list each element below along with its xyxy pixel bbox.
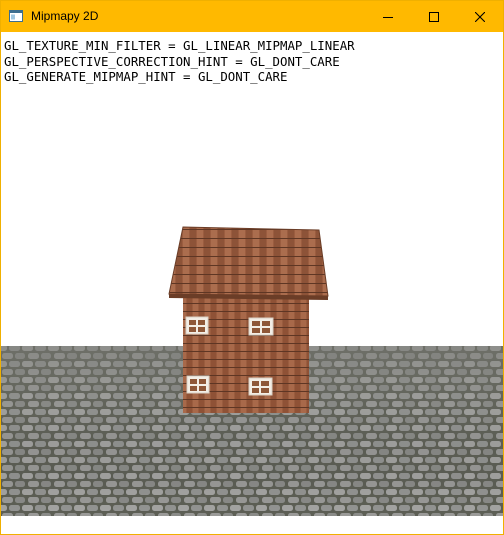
hint-line: GL_GENERATE_MIPMAP_HINT = GL_DONT_CARE: [4, 69, 288, 84]
window-lower-left: [186, 375, 210, 394]
window-upper-left: [185, 316, 209, 335]
window-title: Mipmapy 2D: [31, 9, 99, 23]
app-window: Mipmapy 2D GL_TEXTURE_MIN_FILTER = GL_LI…: [0, 0, 504, 535]
window-upper-right: [248, 317, 274, 336]
rendered-scene: [1, 226, 503, 516]
minimize-icon: [383, 16, 393, 18]
maximize-button[interactable]: [411, 1, 457, 32]
hint-line: GL_TEXTURE_MIN_FILTER = GL_LINEAR_MIPMAP…: [4, 38, 355, 53]
hint-text-overlay: GL_TEXTURE_MIN_FILTER = GL_LINEAR_MIPMAP…: [4, 38, 355, 85]
gl-viewport[interactable]: GL_TEXTURE_MIN_FILTER = GL_LINEAR_MIPMAP…: [1, 32, 503, 534]
title-bar[interactable]: Mipmapy 2D: [1, 1, 503, 32]
minimize-button[interactable]: [365, 1, 411, 32]
app-icon: [9, 10, 23, 22]
close-button[interactable]: [457, 1, 503, 32]
window-lower-right: [248, 377, 273, 396]
hint-line: GL_PERSPECTIVE_CORRECTION_HINT = GL_DONT…: [4, 53, 340, 69]
maximize-icon: [429, 11, 439, 22]
close-icon: [475, 11, 485, 22]
house-model: [168, 226, 329, 413]
